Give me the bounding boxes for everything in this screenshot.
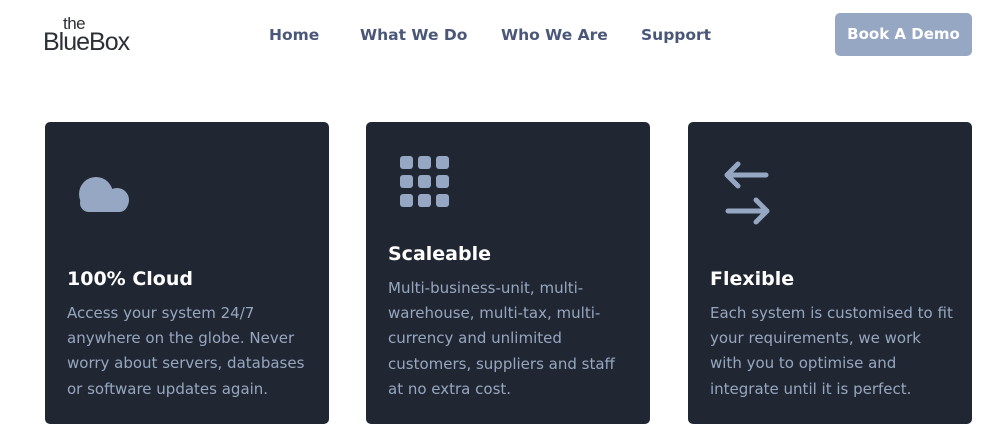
book-demo-button[interactable]: Book A Demo bbox=[835, 13, 972, 56]
card-description: Access your system 24/7 anywhere on the … bbox=[67, 304, 305, 398]
feature-card-cloud: 100% Cloud Access your system 24/7 anywh… bbox=[45, 122, 329, 424]
exchange-arrows-icon bbox=[722, 160, 772, 232]
feature-card-scaleable: Scaleable Multi-business-unit, multi- wa… bbox=[366, 122, 650, 424]
card-title: Scaleable bbox=[388, 243, 491, 265]
nav-who-we-are[interactable]: Who We Are bbox=[501, 24, 608, 46]
nav-what-we-do[interactable]: What We Do bbox=[360, 24, 467, 46]
card-title: 100% Cloud bbox=[67, 268, 193, 290]
feature-card-flexible: Flexible Each system is customised to fi… bbox=[688, 122, 972, 424]
nav-support[interactable]: Support bbox=[641, 24, 711, 46]
cloud-icon bbox=[76, 174, 134, 218]
nav-home[interactable]: Home bbox=[269, 24, 319, 46]
company-logo[interactable]: the BlueBox bbox=[43, 15, 143, 57]
grid-icon bbox=[399, 155, 451, 213]
logo-bluebox-text: BlueBox bbox=[43, 28, 130, 56]
card-title: Flexible bbox=[710, 268, 795, 290]
card-description: Each system is customised to fit your re… bbox=[710, 304, 953, 398]
card-description: Multi-business-unit, multi- warehouse, m… bbox=[388, 279, 615, 398]
